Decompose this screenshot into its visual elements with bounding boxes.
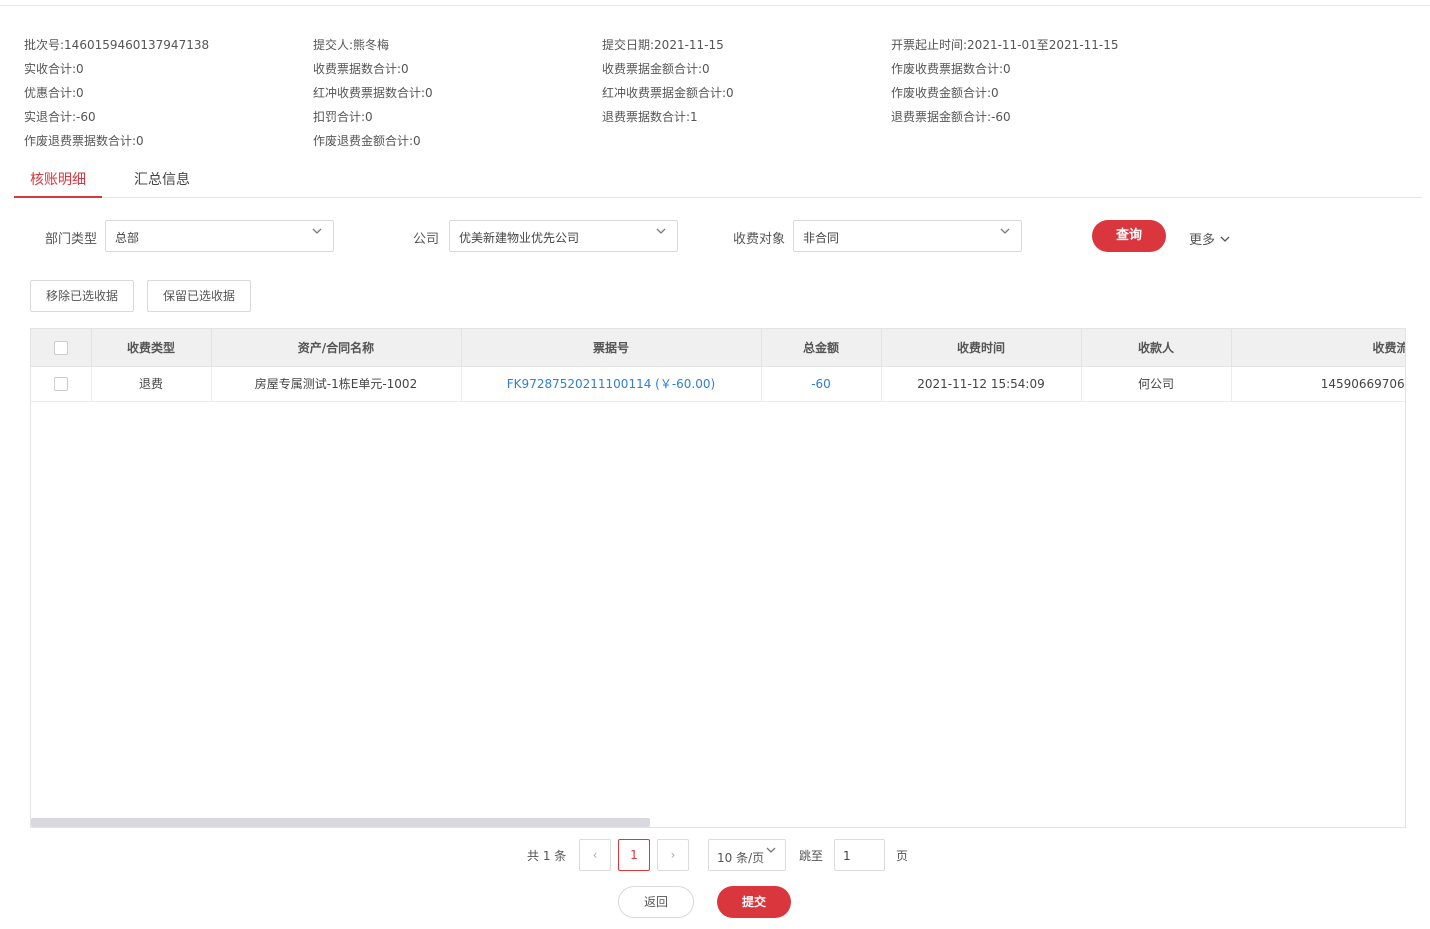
summary-info: 批次号:1460159460137947138 提交人:熊冬梅 提交日期:202… [24, 32, 1224, 152]
company-label: 公司 [413, 232, 440, 247]
back-button[interactable]: 返回 [618, 886, 694, 918]
keep-selected-button[interactable]: 保留已选收据 [147, 280, 251, 312]
dept-type-select[interactable]: 总部 [105, 220, 334, 252]
chevron-down-icon [312, 228, 322, 234]
jump-page-value: 1 [843, 849, 851, 863]
batch-no: 批次号:1460159460137947138 [24, 37, 210, 52]
next-page-button[interactable]: › [657, 839, 689, 871]
prev-page-button[interactable]: ‹ [579, 839, 611, 871]
refund-receipt-count-total: 退费票据数合计:1 [602, 109, 698, 124]
tab-summary-info[interactable]: 汇总信息 [134, 166, 190, 198]
actual-income-total: 实收合计:0 [24, 61, 84, 76]
table-row: 退费 房屋专属测试-1栋E单元-1002 FK97287520211100114… [31, 366, 1405, 402]
tab-bar: 核账明细 汇总信息 [14, 166, 1422, 198]
page-size-select[interactable]: 10 条/页 [708, 839, 786, 871]
cell-payee: 何公司 [1081, 366, 1232, 402]
horizontal-scrollbar[interactable] [31, 818, 650, 827]
submit-date: 提交日期:2021-11-15 [602, 37, 724, 52]
total-count: 共 1 条 [527, 849, 567, 863]
page-1-button[interactable]: 1 [618, 839, 650, 871]
chevron-down-icon [766, 847, 776, 853]
table-header-row: 收费类型 资产/合同名称 票据号 总金额 收费时间 收款人 收费流水号 [31, 329, 1405, 367]
void-refund-receipt-count-total: 作废退费票据数合计:0 [24, 133, 144, 148]
chevron-down-icon [1000, 228, 1010, 234]
submit-button[interactable]: 提交 [717, 886, 791, 918]
header-serial-no: 收费流水号 [1231, 329, 1405, 367]
amount-link[interactable]: -60 [761, 366, 882, 402]
penalty-total: 扣罚合计:0 [313, 109, 373, 124]
refund-receipt-amount-total: 退费票据金额合计:-60 [891, 109, 1011, 124]
receipt-table: 收费类型 资产/合同名称 票据号 总金额 收费时间 收款人 收费流水号 退费 房… [30, 328, 1406, 828]
pagination: 共 1 条 ‹ 1 › 10 条/页 跳至 1 页 [0, 838, 1430, 872]
more-label: 更多 [1189, 233, 1216, 248]
charge-target-value: 非合同 [803, 231, 840, 245]
header-charge-type: 收费类型 [91, 329, 212, 367]
cell-asset-name: 房屋专属测试-1栋E单元-1002 [211, 366, 462, 402]
red-fee-receipt-count-total: 红冲收费票据数合计:0 [313, 85, 433, 100]
top-divider [0, 5, 1430, 6]
company-select[interactable]: 优美新建物业优先公司 [449, 220, 678, 252]
remove-selected-button[interactable]: 移除已选收据 [30, 280, 134, 312]
page-size-value: 10 条/页 [717, 851, 765, 865]
chevron-down-icon [1220, 236, 1230, 242]
fee-receipt-amount-total: 收费票据金额合计:0 [602, 61, 710, 76]
submitter: 提交人:熊冬梅 [313, 37, 390, 52]
header-payee: 收款人 [1081, 329, 1232, 367]
void-fee-receipt-count-total: 作废收费票据数合计:0 [891, 61, 1011, 76]
jump-page-input[interactable]: 1 [834, 839, 885, 871]
receipt-link[interactable]: FK97287520211100114 (￥-60.00) [461, 366, 762, 402]
cell-serial-no: 14590669706936197 [1231, 366, 1405, 402]
select-all-checkbox[interactable] [53, 340, 68, 355]
query-button[interactable]: 查询 [1092, 220, 1166, 252]
header-receipt-no: 票据号 [461, 329, 762, 367]
chevron-down-icon [656, 228, 666, 234]
cell-charge-time: 2021-11-12 15:54:09 [881, 366, 1082, 402]
more-filters-toggle[interactable]: 更多 [1189, 229, 1231, 248]
header-total-amount: 总金额 [761, 329, 882, 367]
tab-reconciliation-detail[interactable]: 核账明细 [14, 166, 102, 198]
red-fee-receipt-amount-total: 红冲收费票据金额合计:0 [602, 85, 734, 100]
company-value: 优美新建物业优先公司 [459, 231, 580, 245]
discount-total: 优惠合计:0 [24, 85, 84, 100]
invoice-period: 开票起止时间:2021-11-01至2021-11-15 [891, 37, 1119, 52]
charge-target-select[interactable]: 非合同 [793, 220, 1022, 252]
header-asset-name: 资产/合同名称 [211, 329, 462, 367]
fee-receipt-count-total: 收费票据数合计:0 [313, 61, 409, 76]
dept-type-value: 总部 [115, 231, 140, 245]
void-refund-amount-total: 作废退费金额合计:0 [313, 133, 421, 148]
header-charge-time: 收费时间 [881, 329, 1082, 367]
filter-bar: 部门类型 总部 公司 优美新建物业优先公司 收费对象 非合同 查询 更多 [0, 220, 1430, 252]
dept-type-label: 部门类型 [45, 232, 98, 247]
jump-label: 跳至 [799, 849, 824, 863]
row-checkbox[interactable] [53, 376, 68, 391]
row-select-cell [31, 366, 92, 402]
void-fee-amount-total: 作废收费金额合计:0 [891, 85, 999, 100]
actual-refund-total: 实退合计:-60 [24, 109, 96, 124]
cell-charge-type: 退费 [91, 366, 212, 402]
select-all-header [31, 329, 92, 367]
page-suffix: 页 [896, 849, 909, 863]
charge-target-label: 收费对象 [733, 232, 786, 247]
